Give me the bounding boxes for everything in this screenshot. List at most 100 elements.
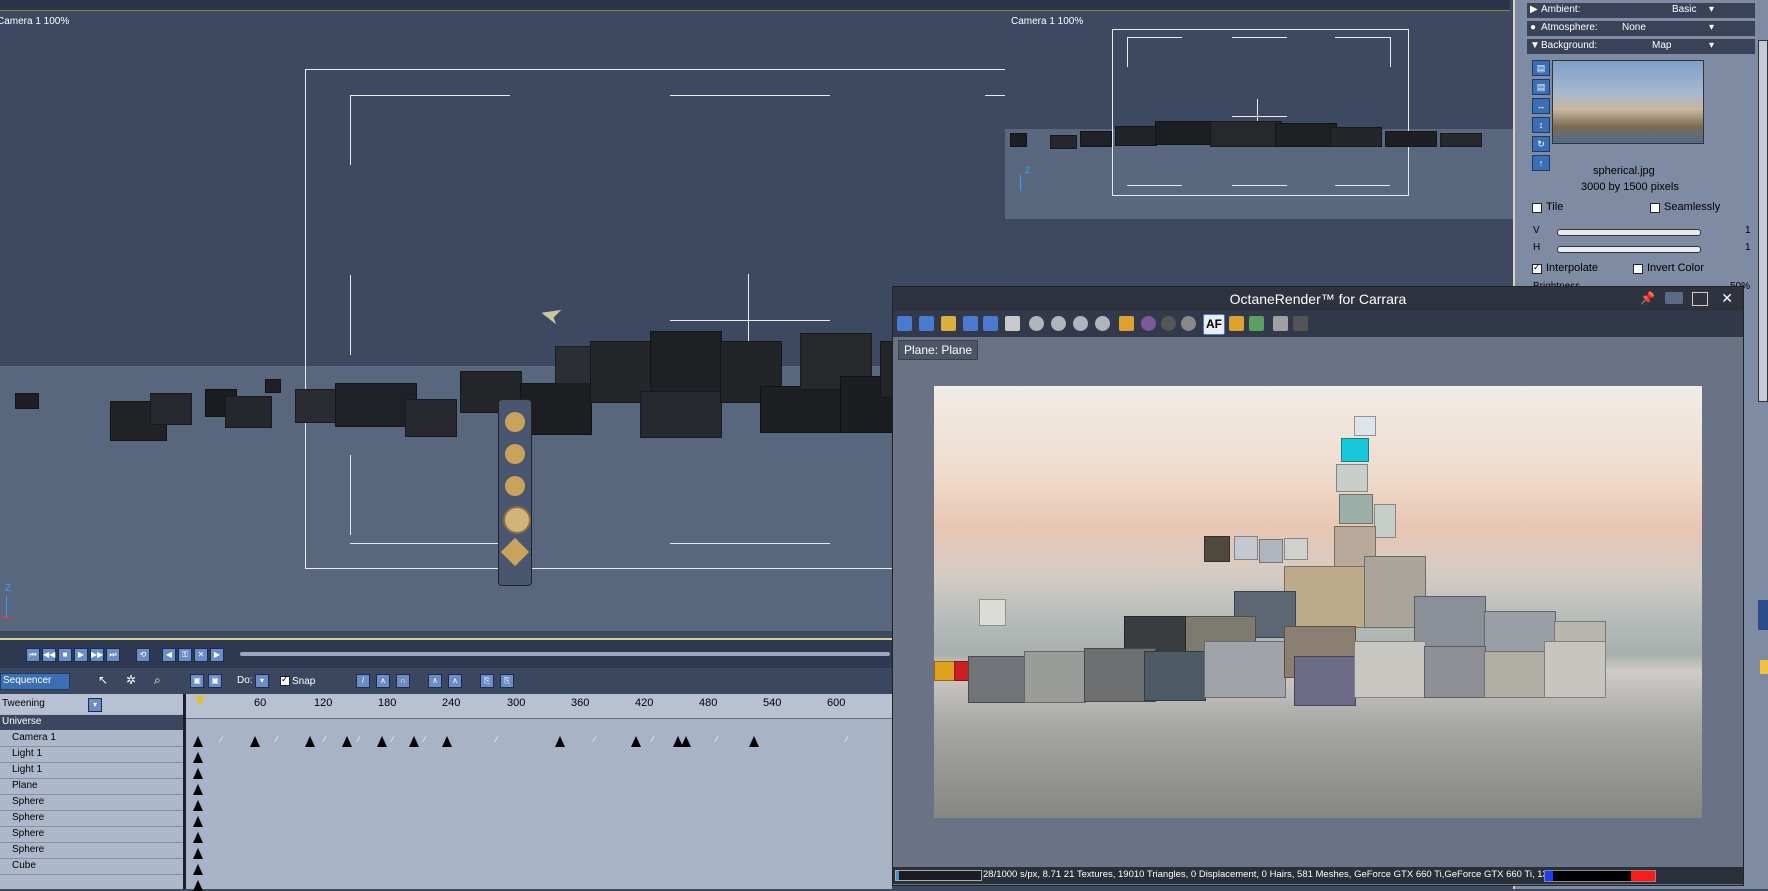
panel-scrollbar[interactable] [1758,40,1768,402]
open-map-icon[interactable]: ▤ [1532,60,1550,76]
play-icon[interactable]: ▶ [74,648,88,662]
v-slider[interactable] [1557,229,1701,236]
node-label[interactable]: Plane: Plane [898,340,979,360]
interpolate-checkbox[interactable]: ✓ [1532,262,1542,274]
pause-render-icon[interactable] [1073,316,1088,331]
do-dropdown[interactable]: ▾ [255,674,269,688]
rotate-map-icon[interactable]: ↻ [1532,136,1550,152]
stop-render-icon[interactable] [1095,316,1110,331]
background-value-dropdown[interactable]: Map [1652,40,1671,51]
pin-icon[interactable]: 📌 [1640,291,1655,305]
main-viewport[interactable]: Camera 1 100% Z [0,11,1005,631]
open-icon[interactable] [941,316,956,331]
track-row[interactable]: Camera 1 [0,731,183,747]
h-slider[interactable] [1557,246,1701,253]
flip-vertical-icon[interactable]: ↕ [1532,117,1550,133]
go-start-icon[interactable]: ⏮ [26,648,40,662]
loop-icon[interactable]: ⟲ [136,648,150,662]
collapse-sidebar-icon[interactable] [1758,600,1768,630]
time-ruler[interactable]: 60 120 180 240 300 360 420 480 540 600 [186,694,892,719]
export-image-icon[interactable] [1293,316,1308,331]
copy-key-icon[interactable]: ⎘ [480,674,494,688]
keyframe[interactable] [193,848,203,859]
octane-title-bar[interactable]: OctaneRender™ for Carrara [893,287,1743,311]
track-row[interactable]: Sphere [0,843,183,859]
target-icon[interactable] [1181,316,1196,331]
expand-arrow-icon[interactable]: ▶ [1530,4,1538,15]
move-plane-tool-icon[interactable] [505,476,525,496]
move-tool-icon[interactable] [505,412,525,432]
fast-forward-icon[interactable]: ▶▶ [90,648,104,662]
keyframe[interactable] [193,752,203,763]
keyframe[interactable] [681,736,691,747]
snap-checkbox[interactable]: ✓ [280,674,290,686]
track-row[interactable]: Cube [0,859,183,875]
open-folder-icon[interactable]: ▤ [1532,79,1550,95]
ease-tween-icon[interactable]: ∧ [376,674,390,688]
background-row[interactable]: ▼ Background: Map ▾ [1527,39,1755,54]
export-icon[interactable] [919,316,934,331]
linear-tween-icon[interactable]: / [356,674,370,688]
track-row[interactable]: Sphere [0,811,183,827]
atmosphere-row[interactable]: ● Atmosphere: None ▾ [1527,21,1755,36]
upload-icon[interactable]: ↑ [1532,155,1550,171]
camera-icon[interactable] [1273,316,1288,331]
select-arrow-icon[interactable]: ↖ [98,673,112,687]
tile-checkbox[interactable] [1532,203,1542,213]
rotate-tool-icon[interactable] [503,506,531,534]
keyframe[interactable] [631,736,641,747]
marker-icon[interactable] [1760,660,1768,674]
render-preview-image[interactable] [934,386,1702,818]
keyframe[interactable] [193,800,203,811]
track-row[interactable]: Light 1 [0,747,183,763]
close-icon[interactable]: ✕ [1721,290,1733,307]
track-row[interactable]: Plane [0,779,183,795]
image-icon[interactable] [1249,316,1264,331]
keyframe[interactable] [193,736,203,747]
invert-color-checkbox[interactable] [1633,264,1643,274]
next-key-icon[interactable]: ▶ [210,648,224,662]
track-universe[interactable]: Universe [0,715,183,730]
fit-selection-icon[interactable]: ▣ [208,674,222,688]
add-key-icon[interactable]: ⚿ [178,648,192,662]
ambient-row[interactable]: ▶ Ambient: Basic ▾ [1527,3,1755,18]
background-map-thumbnail[interactable] [1552,60,1704,144]
restart-icon[interactable] [1029,316,1044,331]
refresh-icon[interactable] [1161,316,1176,331]
settings-icon[interactable] [983,316,998,331]
send-scene-icon[interactable] [897,316,912,331]
move-vertical-tool-icon[interactable] [505,444,525,464]
keyframe[interactable] [377,736,387,747]
flip-horizontal-icon[interactable]: ↔ [1532,98,1550,114]
mode-dropdown[interactable]: Sequencer [0,673,70,690]
atmosphere-value-dropdown[interactable]: None [1622,22,1646,33]
ambient-value-dropdown[interactable]: Basic [1672,4,1696,15]
scale-tool-icon[interactable] [500,537,530,567]
time-scrubber[interactable] [240,652,890,656]
keyframe[interactable] [193,832,203,843]
autofocus-button[interactable]: AF [1203,314,1225,335]
keyframe[interactable] [193,784,203,795]
undo-icon[interactable] [1229,316,1244,331]
dropdown-arrow-icon[interactable]: ▾ [1709,4,1714,15]
bezier-tween-icon[interactable]: ∩ [396,674,410,688]
keyframe[interactable] [250,736,260,747]
color-icon[interactable] [1141,316,1156,331]
eye-icon[interactable] [1665,292,1683,304]
play-render-icon[interactable] [1051,316,1066,331]
keyframe[interactable] [193,816,203,827]
rewind-icon[interactable]: ◀◀ [42,648,56,662]
keyframe[interactable] [193,880,203,891]
paste-key-icon[interactable]: ⎘ [500,674,514,688]
track-row[interactable]: Sphere [0,827,183,843]
seamlessly-checkbox[interactable] [1650,203,1660,213]
collapse-arrow-icon[interactable]: ▼ [1530,40,1540,51]
dropdown-arrow-icon[interactable]: ▾ [1709,22,1714,33]
track-row[interactable]: Light 1 [0,763,183,779]
dropdown-arrow-icon[interactable]: ▾ [1709,40,1714,51]
ease-in-icon[interactable]: ∧ [428,674,442,688]
keyframe[interactable] [305,736,315,747]
delete-key-icon[interactable]: ✕ [194,648,208,662]
keyframe[interactable] [342,736,352,747]
prev-key-icon[interactable]: ◀ [162,648,176,662]
